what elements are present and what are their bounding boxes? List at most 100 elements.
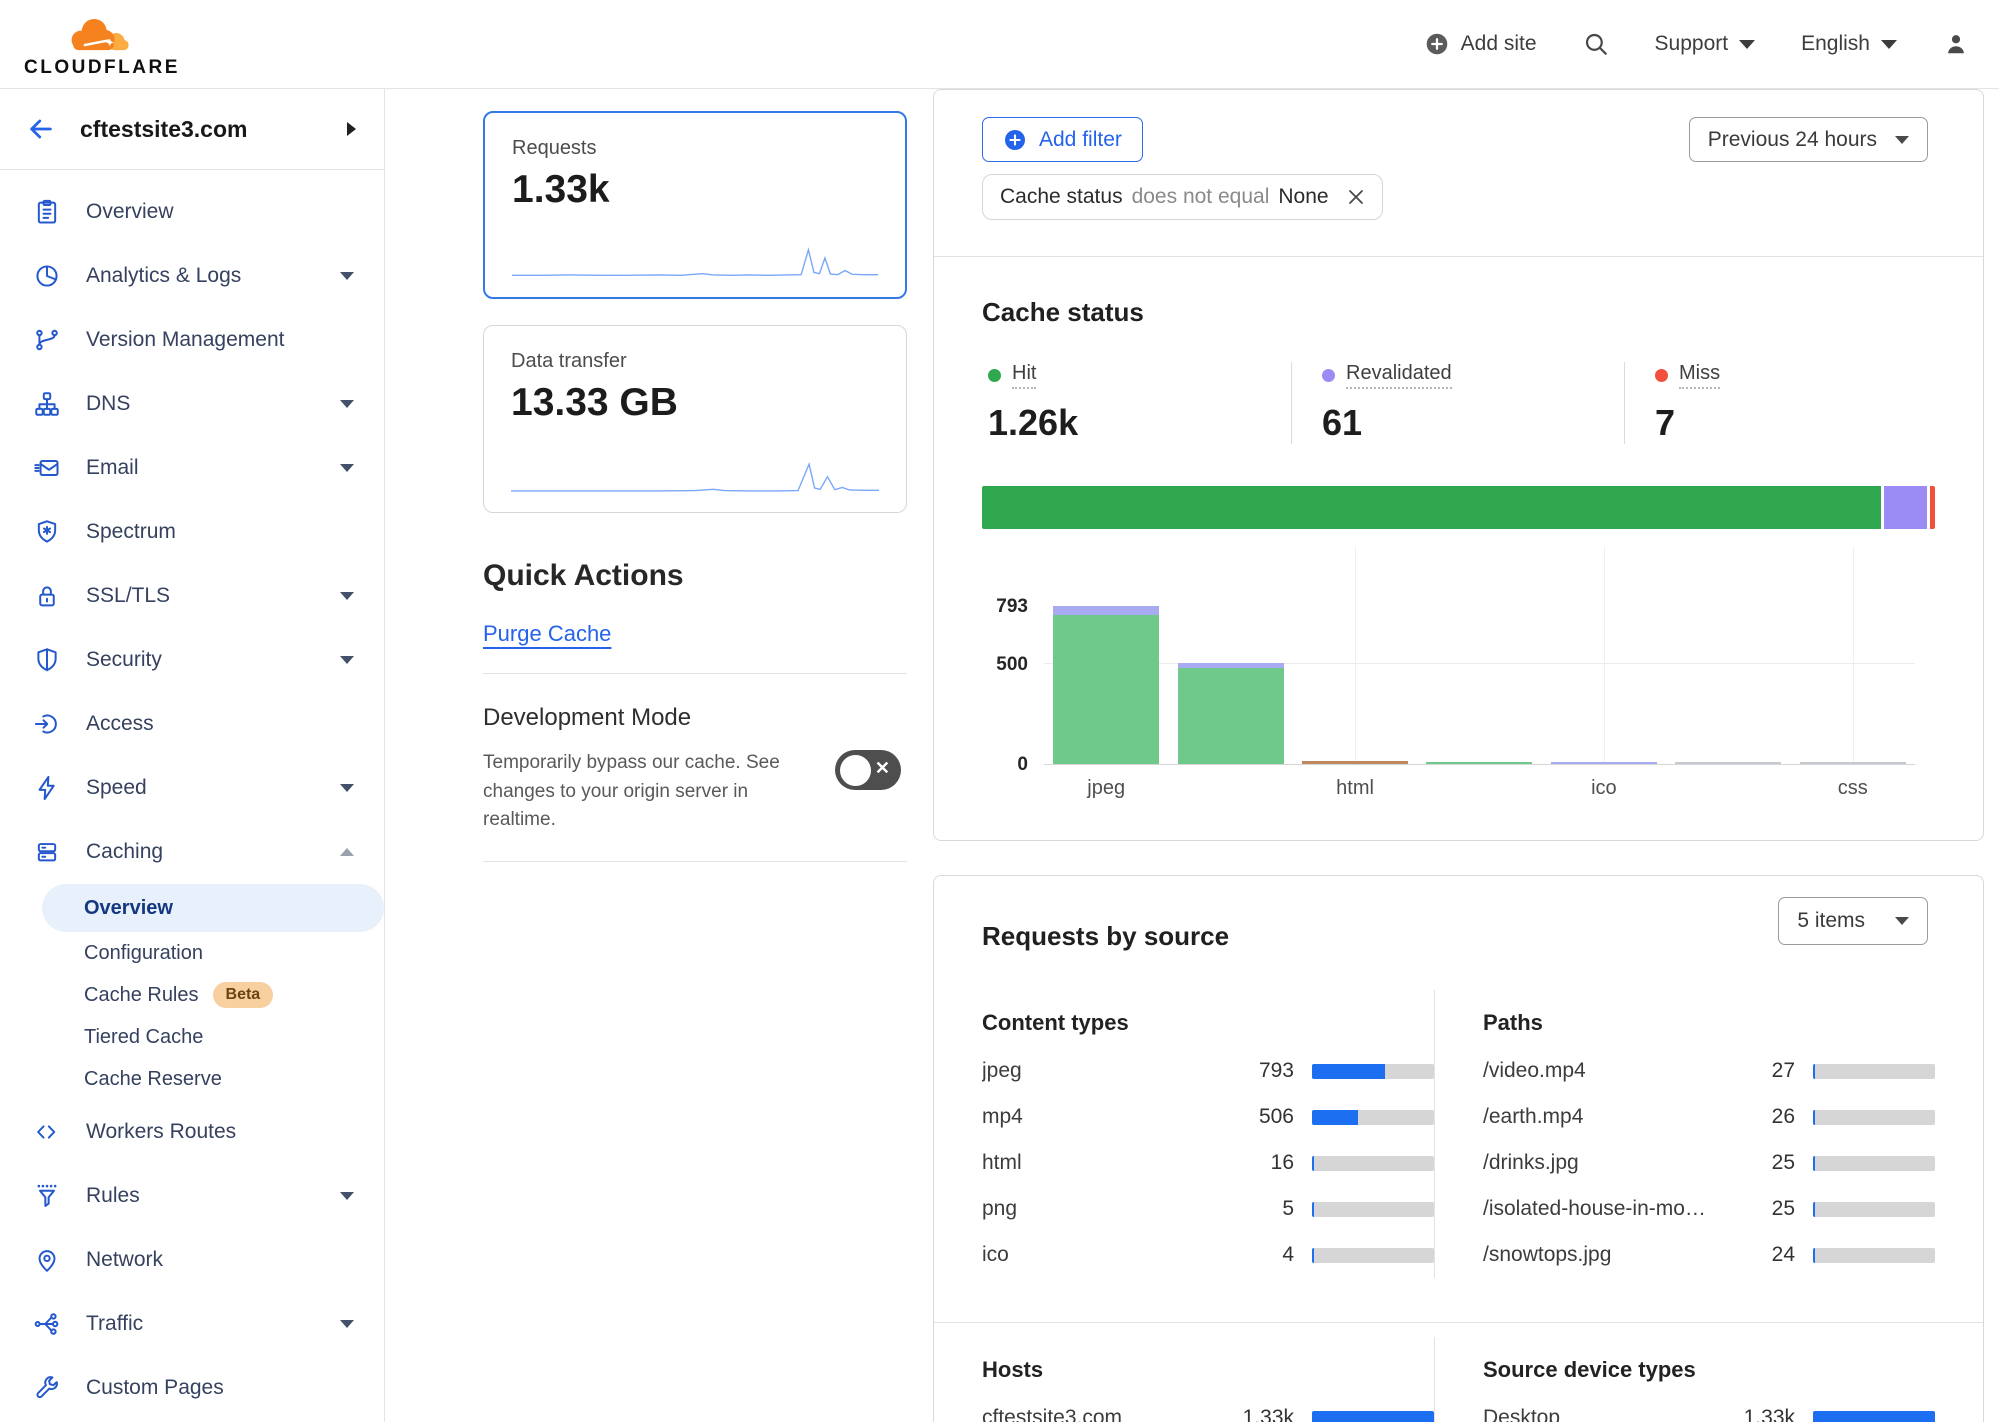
items-count-select[interactable]: 5 items	[1778, 897, 1928, 945]
sidebar-subitem-label: Cache Reserve	[84, 1068, 222, 1091]
language-menu[interactable]: English	[1801, 32, 1897, 56]
source-row[interactable]: Desktop 1.33k	[1483, 1395, 1935, 1422]
toggle-knob	[840, 755, 871, 786]
sidebar-item-label: Analytics & Logs	[86, 264, 315, 288]
support-menu[interactable]: Support	[1655, 32, 1756, 56]
bar	[1800, 762, 1906, 764]
source-row-value: 16	[1230, 1151, 1294, 1175]
sidebar-subitem[interactable]: Tiered Cache	[42, 1016, 384, 1058]
sidebar-item[interactable]: Analytics & Logs	[0, 244, 384, 308]
divider	[934, 256, 1983, 257]
source-row[interactable]: /isolated-house-in-mo… 25	[1483, 1186, 1935, 1232]
git-branch-icon	[33, 326, 61, 354]
sidebar-item[interactable]: SSL/TLS	[0, 564, 384, 628]
search-icon[interactable]	[1583, 31, 1609, 57]
remove-filter-icon[interactable]	[1344, 185, 1368, 209]
chevron-icon	[340, 848, 354, 856]
sidebar-subitem[interactable]: Configuration	[42, 932, 384, 974]
source-row[interactable]: /video.mp4 27	[1483, 1048, 1935, 1094]
data-transfer-card[interactable]: Data transfer 13.33 GB	[483, 325, 907, 513]
data-transfer-card-value: 13.33 GB	[511, 381, 879, 425]
add-filter-button[interactable]: Add filter	[982, 117, 1143, 162]
sidebar-item[interactable]: Custom Pages	[0, 1356, 384, 1420]
source-row[interactable]: png 5	[982, 1186, 1434, 1232]
source-device-types-section: Source device types Desktop 1.33k	[1435, 1357, 1935, 1422]
source-row[interactable]: /earth.mp4 26	[1483, 1094, 1935, 1140]
x-axis-label: css	[1791, 777, 1915, 800]
filter-row: Add filter Cache status does not equal N…	[934, 90, 1983, 220]
source-row[interactable]: /snowtops.jpg 24	[1483, 1232, 1935, 1278]
plus-circle-icon	[1003, 128, 1027, 152]
source-row[interactable]: html 16	[982, 1140, 1434, 1186]
source-row-bar	[1813, 1110, 1935, 1125]
source-row[interactable]: ico 4	[982, 1232, 1434, 1278]
paths-title: Paths	[1483, 1010, 1935, 1036]
language-label: English	[1801, 32, 1870, 56]
sidebar-item[interactable]: Traffic	[0, 1292, 384, 1356]
user-icon[interactable]	[1943, 31, 1969, 57]
purge-cache-link[interactable]: Purge Cache	[483, 621, 611, 647]
source-row-bar	[1312, 1202, 1434, 1217]
top-bar: CLOUDFLARE Add site Support English	[0, 0, 1999, 89]
sidebar-item[interactable]: Workers Routes	[0, 1100, 384, 1164]
source-row-value: 4	[1230, 1243, 1294, 1267]
hosts-section: Hosts cftestsite3.com 1.33k	[982, 1357, 1434, 1422]
source-row-bar	[1813, 1156, 1935, 1171]
sidebar-item-label: SSL/TLS	[86, 584, 315, 608]
source-row[interactable]: /drinks.jpg 25	[1483, 1140, 1935, 1186]
source-row-value: 25	[1731, 1197, 1795, 1221]
add-filter-label: Add filter	[1039, 128, 1122, 152]
bar-slot: ico	[1542, 607, 1666, 764]
sidebar: cftestsite3.com Overview Analytics & Log…	[0, 89, 385, 1422]
caching-subnav: Overview Configuration Cache Rules Beta …	[0, 884, 384, 1100]
bar-segment	[1426, 762, 1532, 764]
time-range-select[interactable]: Previous 24 hours	[1689, 117, 1928, 162]
source-row[interactable]: jpeg 793	[982, 1048, 1434, 1094]
sidebar-subitem-label: Configuration	[84, 942, 203, 965]
revalidated-label[interactable]: Revalidated	[1346, 362, 1452, 389]
chevron-icon	[340, 656, 354, 664]
paths-section: Paths /video.mp4 27 /earth.mp4 26 /drink…	[1435, 1010, 1935, 1278]
cloudflare-logo[interactable]: CLOUDFLARE	[24, 10, 180, 79]
source-row-value: 1.33k	[1230, 1406, 1294, 1422]
expand-site-menu-icon[interactable]	[347, 122, 356, 136]
sidebar-subitem[interactable]: Cache Reserve	[42, 1058, 384, 1100]
stacked-segment-hit	[982, 486, 1881, 529]
funnel-icon	[33, 1182, 61, 1210]
sidebar-item[interactable]: Access	[0, 692, 384, 756]
sidebar-item[interactable]: Security	[0, 628, 384, 692]
source-row-bar	[1312, 1156, 1434, 1171]
requests-card[interactable]: Requests 1.33k	[483, 111, 907, 299]
support-label: Support	[1655, 32, 1729, 56]
content-types-title: Content types	[982, 1010, 1434, 1036]
development-mode-toggle[interactable]: ✕	[835, 750, 901, 790]
sidebar-item[interactable]: Speed	[0, 756, 384, 820]
chevron-icon	[340, 272, 354, 280]
chevron-icon	[340, 1192, 354, 1200]
bar-segment	[1800, 762, 1906, 764]
bar-segment	[1053, 606, 1159, 615]
chevron-down-icon	[1895, 136, 1909, 144]
source-row[interactable]: cftestsite3.com 1.33k	[982, 1395, 1434, 1422]
miss-label[interactable]: Miss	[1679, 362, 1720, 389]
source-row-bar-fill	[1813, 1110, 1815, 1125]
quick-actions-title: Quick Actions	[483, 559, 907, 593]
chevron-icon	[340, 784, 354, 792]
source-row-bar	[1813, 1064, 1935, 1079]
add-site-button[interactable]: Add site	[1424, 31, 1537, 57]
sidebar-item[interactable]: Spectrum	[0, 500, 384, 564]
sidebar-subitem[interactable]: Cache Rules Beta	[42, 974, 384, 1016]
sidebar-item[interactable]: Overview	[0, 180, 384, 244]
hit-label[interactable]: Hit	[1012, 362, 1036, 389]
sidebar-item[interactable]: DNS	[0, 372, 384, 436]
sidebar-item[interactable]: Network	[0, 1228, 384, 1292]
sidebar-item[interactable]: Email	[0, 436, 384, 500]
sidebar-item[interactable]: Caching	[0, 820, 384, 884]
back-arrow-icon[interactable]	[26, 114, 56, 144]
filter-chip[interactable]: Cache status does not equal None	[982, 174, 1383, 220]
sidebar-subitem[interactable]: Overview	[42, 884, 384, 932]
sidebar-item[interactable]: Rules	[0, 1164, 384, 1228]
legend-revalidated: Revalidated 61	[1292, 362, 1624, 444]
sidebar-item[interactable]: Version Management	[0, 308, 384, 372]
source-row[interactable]: mp4 506	[982, 1094, 1434, 1140]
